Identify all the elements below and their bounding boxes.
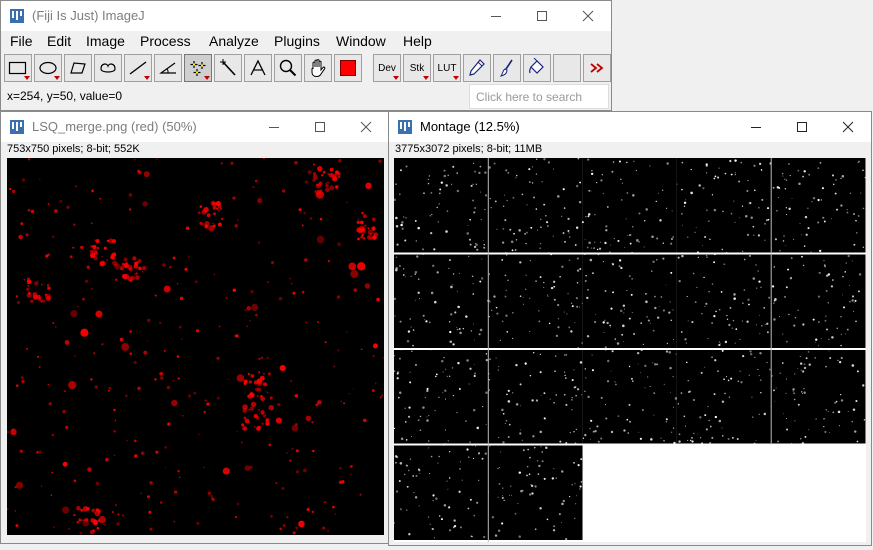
lsq-image-content: [7, 158, 384, 535]
menu-plugins[interactable]: Plugins: [274, 33, 320, 49]
multi-point-tool[interactable]: [184, 54, 212, 82]
lsq-maximize-button[interactable]: [297, 112, 343, 142]
montage-minimize-button[interactable]: [733, 112, 779, 142]
magnifier-icon: [279, 59, 297, 77]
pencil-tool[interactable]: [463, 54, 491, 82]
wand-tool[interactable]: [214, 54, 242, 82]
angle-tool[interactable]: [154, 54, 182, 82]
montage-image-content: [394, 158, 866, 542]
lsq-titlebar[interactable]: LSQ_merge.png (red) (50%): [1, 112, 389, 142]
menu-process[interactable]: Process: [140, 33, 191, 49]
multi-point-icon: [190, 61, 206, 76]
stk-tool[interactable]: Stk: [403, 54, 431, 82]
foreground-color-swatch: [340, 60, 356, 76]
imagej-titlebar[interactable]: (Fiji Is Just) ImageJ: [1, 1, 611, 31]
montage-titlebar[interactable]: Montage (12.5%): [389, 112, 871, 142]
imagej-app-icon: [10, 9, 24, 23]
hand-icon: [311, 59, 326, 78]
imagej-window-icon: [398, 120, 412, 134]
rectangle-icon: [8, 61, 27, 75]
montage-image-canvas[interactable]: [394, 158, 866, 542]
menu-analyze[interactable]: Analyze: [209, 33, 259, 49]
statusbar: x=254, y=50, value=0: [1, 84, 611, 110]
polygon-tool[interactable]: [64, 54, 92, 82]
lsq-window-title: LSQ_merge.png (red) (50%): [32, 119, 197, 134]
maximize-icon: [797, 122, 807, 132]
text-icon: [250, 59, 266, 76]
lsq-image-info: 753x750 pixels; 8-bit; 552K: [7, 143, 140, 155]
angle-icon: [159, 62, 176, 74]
lsq-close-button[interactable]: [343, 112, 389, 142]
maximize-icon: [537, 11, 547, 21]
rectangle-tool[interactable]: [4, 54, 32, 82]
freehand-tool[interactable]: [94, 54, 122, 82]
lsq-minimize-button[interactable]: [251, 112, 297, 142]
zoom-tool[interactable]: [274, 54, 302, 82]
oval-icon: [39, 61, 57, 75]
paint-bucket-icon: [528, 58, 544, 74]
dev-tool-label: Dev: [378, 62, 396, 74]
menu-edit[interactable]: Edit: [47, 33, 71, 49]
close-icon: [360, 121, 372, 133]
line-icon: [129, 61, 147, 75]
montage-window-title: Montage (12.5%): [420, 119, 520, 134]
toolbar: Dev Stk LUT: [1, 53, 611, 84]
wand-icon: [220, 59, 236, 76]
menubar: File Edit Image Process Analyze Plugins …: [1, 31, 611, 53]
minimize-button[interactable]: [473, 1, 519, 31]
maximize-button[interactable]: [519, 1, 565, 31]
oval-tool[interactable]: [34, 54, 62, 82]
command-search-box[interactable]: [469, 84, 609, 109]
line-tool[interactable]: [124, 54, 152, 82]
close-icon: [842, 121, 854, 133]
menu-file[interactable]: File: [10, 33, 33, 49]
command-search-input[interactable]: [470, 85, 608, 108]
lsq-image-canvas[interactable]: [7, 158, 384, 535]
lut-tool-label: LUT: [437, 62, 457, 74]
empty-tool-slot[interactable]: [553, 54, 581, 82]
dev-tool[interactable]: Dev: [373, 54, 401, 82]
menu-window[interactable]: Window: [336, 33, 386, 49]
close-icon: [582, 10, 594, 22]
double-chevron-right-icon: [590, 63, 604, 73]
montage-close-button[interactable]: [825, 112, 871, 142]
imagej-main-window: (Fiji Is Just) ImageJ File Edit Image Pr…: [0, 0, 612, 111]
montage-image-window: Montage (12.5%) 3775x3072 pixels; 8-bit;…: [388, 111, 872, 546]
polygon-icon: [70, 62, 86, 74]
brush-icon: [499, 59, 513, 77]
maximize-icon: [315, 122, 325, 132]
pencil-icon: [469, 59, 485, 76]
lut-tool[interactable]: LUT: [433, 54, 461, 82]
imagej-window-icon: [10, 120, 24, 134]
minimize-icon: [751, 127, 761, 128]
text-tool[interactable]: [244, 54, 272, 82]
imagej-window-title: (Fiji Is Just) ImageJ: [32, 8, 145, 23]
status-readout: x=254, y=50, value=0: [7, 89, 123, 103]
lsq-image-window: LSQ_merge.png (red) (50%) 753x750 pixels…: [0, 111, 390, 544]
minimize-icon: [269, 127, 279, 128]
menu-image[interactable]: Image: [86, 33, 125, 49]
color-picker-tool[interactable]: [334, 54, 362, 82]
stk-tool-label: Stk: [409, 62, 425, 74]
brush-tool[interactable]: [493, 54, 521, 82]
freehand-icon: [100, 63, 116, 73]
close-button[interactable]: [565, 1, 611, 31]
minimize-icon: [491, 16, 501, 17]
montage-maximize-button[interactable]: [779, 112, 825, 142]
flood-fill-tool[interactable]: [523, 54, 551, 82]
menu-help[interactable]: Help: [403, 33, 432, 49]
montage-image-info: 3775x3072 pixels; 8-bit; 11MB: [395, 143, 543, 155]
more-tools-button[interactable]: [583, 54, 611, 82]
scroll-tool[interactable]: [304, 54, 332, 82]
